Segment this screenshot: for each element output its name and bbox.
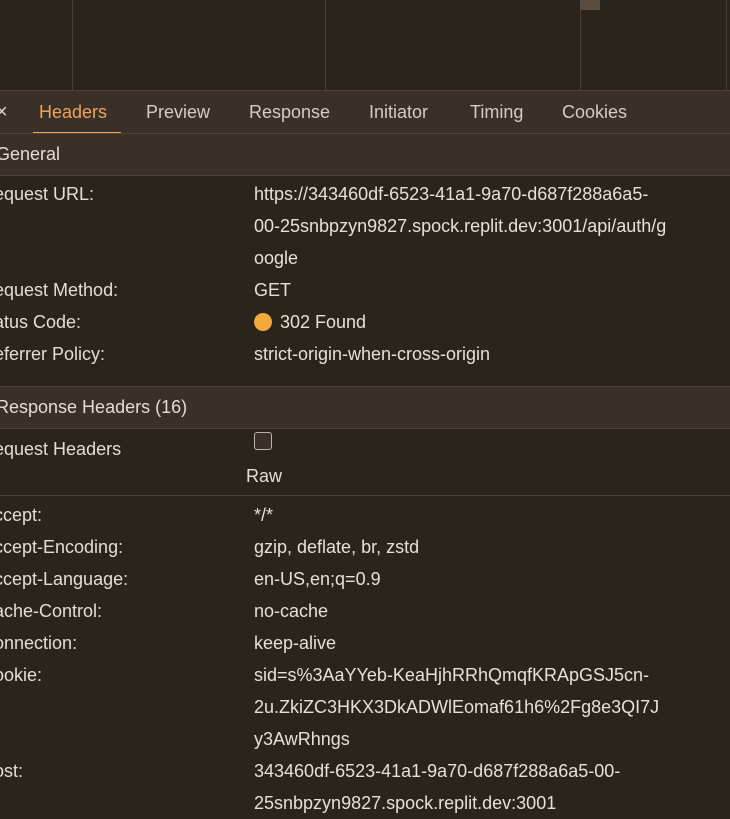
- status-code-key: atus Code:: [0, 312, 82, 332]
- header-value: keep-alive: [254, 633, 337, 653]
- referrer-policy-value: strict-origin-when-cross-origin: [254, 344, 491, 364]
- cookie-line: y3AwRhngs: [254, 729, 350, 749]
- tab-preview[interactable]: Preview: [146, 91, 210, 133]
- request-url-line: oogle: [254, 248, 299, 268]
- header-value: en-US,en;q=0.9: [254, 569, 381, 589]
- referrer-policy-key: eferrer Policy:: [0, 344, 106, 364]
- network-waterfall-area: [0, 0, 730, 90]
- tab-timing[interactable]: Timing: [470, 91, 523, 133]
- status-dot-icon: [254, 313, 272, 331]
- request-method-key: equest Method:: [0, 280, 119, 300]
- scrollbar-thumb[interactable]: [580, 0, 600, 10]
- host-key: ost:: [0, 761, 24, 781]
- request-url-line: https://343460df-6523-41a1-9a70-d687f288…: [254, 184, 649, 204]
- divider: [0, 495, 730, 496]
- detail-tab-bar: × Headers Preview Response Initiator Tim…: [0, 90, 730, 134]
- column-divider: [325, 0, 326, 90]
- general-section-title: General: [0, 144, 61, 164]
- header-key: onnection:: [0, 633, 78, 653]
- request-url-key: equest URL:: [0, 184, 95, 204]
- column-divider: [580, 0, 581, 90]
- raw-label[interactable]: Raw: [246, 460, 282, 492]
- tab-response[interactable]: Response: [249, 91, 330, 133]
- response-headers-title: Response Headers (16): [0, 397, 188, 417]
- column-divider: [72, 0, 73, 90]
- request-url-line: 00-25snbpzyn9827.spock.replit.dev:3001/a…: [254, 216, 667, 236]
- cookie-line: 2u.ZkiZC3HKX3DkADWlEomaf61h6%2Fg8e3QI7J: [254, 697, 660, 717]
- request-method-value: GET: [254, 280, 292, 300]
- raw-checkbox[interactable]: [254, 432, 272, 450]
- header-value: no-cache: [254, 601, 329, 621]
- tab-headers[interactable]: Headers: [32, 91, 122, 134]
- host-line: 343460df-6523-41a1-9a70-d687f288a6a5-00-: [254, 761, 621, 781]
- request-url-value: https://343460df-6523-41a1-9a70-d687f288…: [254, 178, 730, 274]
- tab-cookies[interactable]: Cookies: [562, 91, 627, 133]
- header-value: gzip, deflate, br, zstd: [254, 537, 420, 557]
- close-icon[interactable]: ×: [0, 91, 8, 133]
- request-headers-title: equest Headers: [0, 439, 122, 459]
- header-value: */*: [254, 505, 274, 525]
- header-key: ccept-Language:: [0, 569, 129, 589]
- host-line: 25snbpzyn9827.spock.replit.dev:3001: [254, 793, 557, 813]
- general-section-header[interactable]: General: [0, 133, 730, 176]
- response-headers-section-header[interactable]: Response Headers (16): [0, 386, 730, 429]
- cookie-value: sid=s%3AaYYeb-KeaHjhRRhQmqfKRApGSJ5cn- 2…: [254, 659, 730, 755]
- cookie-line: sid=s%3AaYYeb-KeaHjhRRhQmqfKRApGSJ5cn-: [254, 665, 650, 685]
- cookie-key: ookie:: [0, 665, 43, 685]
- tab-initiator[interactable]: Initiator: [369, 91, 428, 133]
- status-code-text: 302 Found: [280, 312, 367, 332]
- header-key: ache-Control:: [0, 601, 103, 621]
- host-value: 343460df-6523-41a1-9a70-d687f288a6a5-00-…: [254, 755, 730, 819]
- status-code-value: 302 Found: [254, 306, 730, 338]
- header-key: ccept-Encoding:: [0, 537, 124, 557]
- column-divider: [726, 0, 727, 90]
- header-key: ccept:: [0, 505, 43, 525]
